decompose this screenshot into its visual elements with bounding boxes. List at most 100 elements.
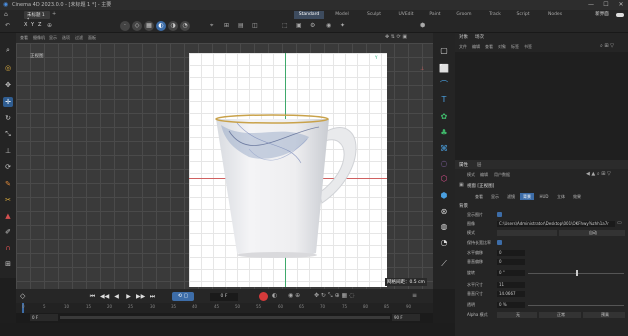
workplane-icon[interactable]: ⊞ [224,22,229,29]
objects-menu-file[interactable]: 文件 [459,44,467,50]
document-tab[interactable]: 未标题 1 * [24,11,50,23]
render-settings-icon[interactable]: ⚙ [310,22,315,29]
live-select-icon[interactable]: ◎ [3,63,13,73]
current-frame-field[interactable]: 0 F [210,293,238,301]
attr-nav-icon[interactable]: ◀ ▲ ⌕ ⊞ ▽ [586,171,611,177]
objects-search-icon[interactable]: ⌕ ⊞ ▽ [600,43,614,49]
text-icon[interactable]: T [438,94,450,106]
mode-field[interactable] [497,230,557,236]
browse-folder-icon[interactable]: ▭ [617,220,622,226]
show-image-checkbox[interactable] [497,212,502,217]
attr-subtab-stereo[interactable]: 立体 [554,193,568,200]
objects-menu-view[interactable]: 查看 [485,44,493,50]
new-layout-button[interactable]: 新界面 [592,11,612,19]
scale-icon[interactable]: ⤡ [3,129,13,139]
h-size-field[interactable]: 11 [497,282,525,288]
key-tracks-icon[interactable]: ✥ ↻ ⤡ ⊕ ▦ ◌ [314,292,354,300]
tab-takes[interactable]: 场次 [475,34,484,40]
cube-icon[interactable]: ⬜ [438,63,450,75]
go-start-button[interactable]: ⏮ [88,293,97,301]
object-list[interactable] [455,52,628,160]
mograph-icon[interactable]: ⬡ [438,173,450,185]
alpha-premultiplied-button[interactable]: 预乘 [583,312,625,318]
h-offset-field[interactable]: 0 [497,250,525,256]
coordinate-system-icon[interactable]: ⊕ [47,22,52,29]
layout-tab-track[interactable]: Track [484,11,506,19]
next-key-button[interactable]: ▶▶ [136,293,145,301]
attr-subtab-hud[interactable]: HUD [536,193,552,200]
attr-menu-edit[interactable]: 编辑 [480,172,488,178]
range-slider[interactable] [60,316,390,319]
camera-icon[interactable]: ◉ [326,22,331,29]
layout-toggle[interactable] [616,13,624,17]
axis-z-label[interactable]: Z [38,22,41,28]
layout-tab-script[interactable]: Script [512,11,534,19]
viewport-nav-icon[interactable]: ✥ ⇅ ⟳ ▣ [385,34,407,40]
move-parent-icon[interactable]: ✥ [3,80,13,90]
camera-object-icon[interactable]: ⬢ [438,190,450,202]
loop-mode-icon[interactable]: ⟲ ▢ [172,292,194,301]
v-offset-field[interactable]: 0 [497,259,525,265]
attr-subtab-display[interactable]: 显示 [488,193,502,200]
rotate-icon[interactable]: ↻ [3,113,13,123]
attr-subtab-view[interactable]: 查看 [472,193,486,200]
layout-tab-sculpt[interactable]: Sculpt [362,11,386,19]
alpha-none-button[interactable]: 无 [497,312,537,318]
attr-subtab-background[interactable]: 背景 [520,193,534,200]
range-start-field[interactable]: 0 F [30,314,58,321]
points-mode-icon[interactable]: · [120,21,130,31]
axis-y-label[interactable]: Y [31,22,34,28]
objects-menu-edit[interactable]: 编辑 [472,44,480,50]
move-icon[interactable]: ✛ [3,97,13,107]
viewport-menu-view[interactable]: 查看 [20,35,28,41]
attr-menu-mode[interactable]: 模式 [467,172,475,178]
rotation-slider-knob[interactable] [576,270,578,276]
attr-menu-userdata[interactable]: 用户数据 [494,172,510,178]
environment-icon[interactable]: ◍ [438,221,450,233]
layout-tab-uvedit[interactable]: UVEdit [394,11,418,19]
timeline-ruler[interactable] [16,303,433,313]
scene-icon[interactable]: ⊛ [438,206,450,218]
record-icon[interactable] [259,292,268,301]
rotation-field[interactable]: 0 ° [497,270,525,276]
generator-icon[interactable]: ✿ [438,111,450,123]
go-end-button[interactable]: ⏭ [148,293,157,301]
layout-tab-paint[interactable]: Paint [424,11,446,19]
light-object-icon[interactable]: ◔ [438,237,450,249]
render-view-icon[interactable]: ⬚ [282,22,288,29]
deformer-icon[interactable]: ⌘ [438,143,450,155]
transparency-field[interactable]: 0 % [497,302,525,308]
v-size-field[interactable]: 14.0667 [497,291,525,297]
keyframe-selection-icon[interactable]: ◉ ⊕ [288,292,300,299]
palette-home-icon[interactable]: ▢ [438,45,450,57]
layout-tab-standard[interactable]: Standard [294,11,324,19]
transparency-slider[interactable] [528,305,624,306]
attr-subtab-effects[interactable]: 效果 [570,193,584,200]
array-icon[interactable]: ♣ [438,127,450,139]
magnet-icon[interactable]: ∩ [3,243,13,253]
axis-icon[interactable]: ⊥ [3,146,13,156]
attr-subtab-filter[interactable]: 滤镜 [504,193,518,200]
axis-x-label[interactable]: X [24,22,27,28]
home-icon[interactable]: ⌂ [4,11,8,18]
autokey-icon[interactable]: ◐ [272,292,277,299]
polygons-mode-icon[interactable]: ▦ [144,21,154,31]
objects-menu-bookmarks[interactable]: 书签 [524,44,532,50]
objects-menu-tags[interactable]: 标签 [511,44,519,50]
layout-tab-model[interactable]: Model [330,11,354,19]
knife-icon[interactable]: ✂ [3,195,13,205]
viewport-menu-display[interactable]: 显示 [49,35,57,41]
prev-key-button[interactable]: ◀◀ [100,293,109,301]
layout-tab-nodes[interactable]: Nodes [544,11,566,19]
objects-menu-object[interactable]: 对象 [498,44,506,50]
search-icon[interactable]: ⌕ [3,45,13,55]
layout-tab-groom[interactable]: Groom [452,11,476,19]
edges-mode-icon[interactable]: ◇ [132,21,142,31]
render-picture-viewer-icon[interactable]: ▣ [296,22,302,29]
grid-snap-icon[interactable]: ⊞ [3,259,13,269]
maximize-button[interactable]: ☐ [599,0,613,10]
viewport-menu-camera[interactable]: 摄像机 [33,35,45,41]
paint-icon[interactable]: ✐ [3,227,13,237]
viewport-menu-filter[interactable]: 过滤 [75,35,83,41]
play-button[interactable]: ▶ [124,293,133,301]
